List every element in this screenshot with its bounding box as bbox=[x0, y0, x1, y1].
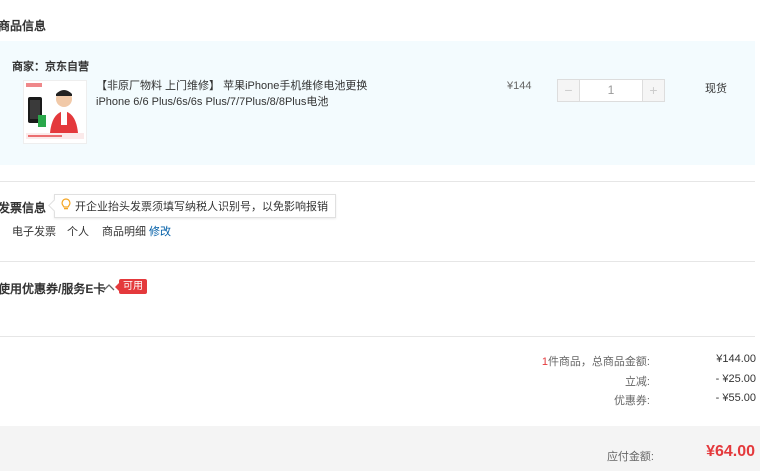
product-name-link[interactable]: 【非原厂物料 上门维修】 苹果iPhone手机维修电池更换 iPhone 6/6… bbox=[96, 78, 396, 110]
goods-section-title: 商品信息 bbox=[0, 19, 47, 33]
invoice-section-title: 发票信息 bbox=[0, 201, 47, 215]
payable-value: ¥64.00 bbox=[706, 443, 755, 460]
invoice-content: 商品明细 bbox=[102, 226, 146, 238]
lightbulb-icon bbox=[61, 198, 71, 214]
invoice-title: 个人 bbox=[67, 226, 89, 238]
total-value: ¥144.00 bbox=[716, 353, 756, 365]
quantity-input[interactable]: 1 bbox=[580, 80, 642, 101]
divider bbox=[0, 336, 755, 337]
coupon-section-toggle[interactable]: 使用优惠券/服务E卡 bbox=[0, 280, 105, 297]
product-thumbnail-image bbox=[24, 81, 86, 143]
divider bbox=[0, 261, 755, 262]
discount-label: 立减: bbox=[624, 376, 650, 388]
total-label: 1件商品，总商品金额: bbox=[541, 356, 650, 368]
coupon-label: 优惠券: bbox=[613, 395, 650, 407]
coupon-available-badge: 可用 bbox=[115, 279, 147, 294]
invoice-edit-link[interactable]: 修改 bbox=[149, 223, 171, 239]
divider bbox=[0, 181, 755, 182]
product-price: ¥144 bbox=[507, 80, 532, 92]
merchant-label: 商家：京东自营 bbox=[12, 61, 89, 73]
invoice-type: 电子发票 bbox=[12, 226, 56, 238]
coupon-value: - ¥55.00 bbox=[715, 392, 756, 404]
quantity-decrease-button[interactable]: − bbox=[558, 80, 580, 101]
chevron-up-icon[interactable] bbox=[103, 282, 115, 292]
stock-status: 现货 bbox=[705, 83, 727, 95]
discount-value: - ¥25.00 bbox=[715, 373, 756, 385]
quantity-stepper: − 1 + bbox=[557, 79, 665, 102]
invoice-tip-text: 开企业抬头发票须填写纳税人识别号，以免影响报销 bbox=[75, 201, 328, 213]
product-thumbnail[interactable] bbox=[23, 80, 87, 144]
quantity-increase-button[interactable]: + bbox=[642, 80, 664, 101]
payable-label: 应付金额: bbox=[606, 451, 654, 463]
invoice-tip: 开企业抬头发票须填写纳税人识别号，以免影响报销 bbox=[54, 194, 336, 218]
